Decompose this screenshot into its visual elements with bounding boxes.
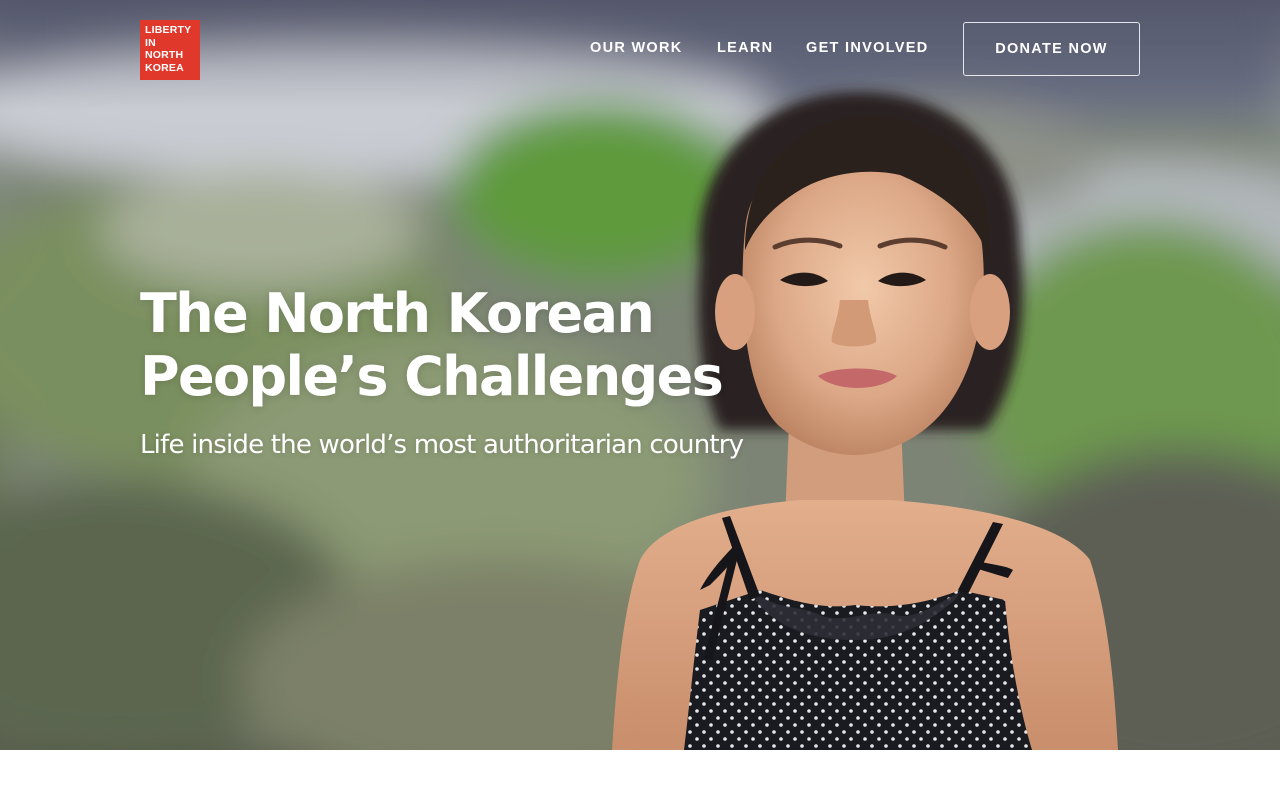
content-area-below-hero (0, 750, 1280, 800)
logo-line-2: IN (145, 36, 156, 49)
hero-subtitle: Life inside the world’s most authoritari… (140, 430, 744, 460)
hero-section: LIBERTY IN NORTH KOREA OUR WORK LEARN GE… (0, 0, 1280, 750)
donate-now-button[interactable]: DONATE NOW (963, 22, 1140, 76)
logo-line-3: NORTH (145, 49, 184, 61)
nav-item-learn[interactable]: LEARN (717, 40, 773, 56)
nav-item-get-involved[interactable]: GET INVOLVED (806, 40, 928, 56)
logo-line-4: KOREA (145, 61, 184, 74)
hero-title: The North Korean People’s Challenges (140, 282, 724, 408)
logo-line-1: LIBERTY (145, 24, 192, 36)
hero-title-line-1: The North Korean (140, 282, 655, 345)
brand-logo[interactable]: LIBERTY IN NORTH KOREA (140, 20, 200, 80)
hero-title-line-2: People’s Challenges (140, 345, 724, 408)
nav-item-our-work[interactable]: OUR WORK (590, 40, 683, 56)
